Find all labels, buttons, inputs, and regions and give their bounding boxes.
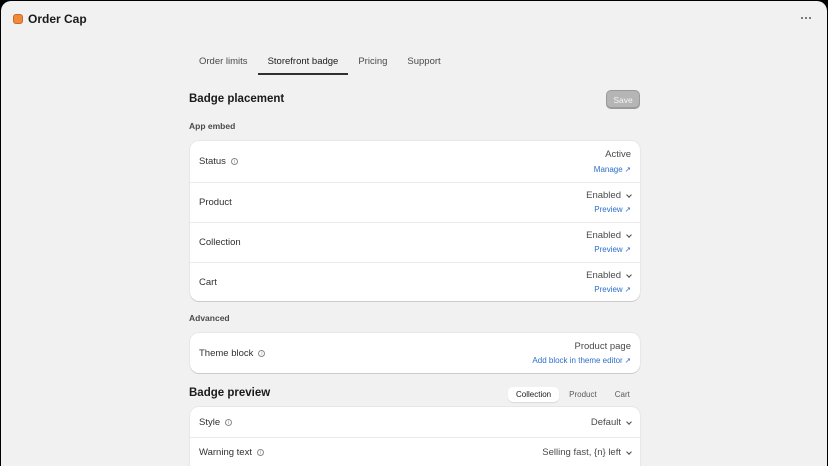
app-window: Order Cap Order limits Storefront badge …	[1, 1, 827, 466]
product-preview-link[interactable]: Preview ↗	[594, 205, 631, 214]
app-embed-card: Status i Active Manage ↗ Product Enabled…	[190, 141, 640, 301]
preview-segmented-control: Collection Product Cart	[508, 387, 638, 402]
warning-text-row: Warning text i Selling fast, {n} left	[190, 437, 640, 466]
app-header: Order Cap	[1, 1, 827, 37]
advanced-card: Theme block i Product page Add block in …	[190, 333, 640, 373]
external-link-icon: ↗	[624, 165, 631, 174]
style-select[interactable]: Default	[591, 417, 632, 428]
info-icon[interactable]: i	[258, 350, 266, 357]
badge-placement-title: Badge placement	[189, 93, 285, 105]
badge-preview-card: Style i Default Warning text i Selling f…	[190, 407, 640, 466]
segment-product[interactable]: Product	[561, 387, 605, 402]
advanced-heading: Advanced	[189, 313, 230, 323]
tab-storefront-badge[interactable]: Storefront badge	[257, 51, 349, 75]
theme-block-value: Product page	[574, 341, 631, 352]
external-link-icon: ↗	[624, 245, 631, 254]
theme-block-label: Theme block	[199, 348, 254, 359]
save-button[interactable]: Save	[606, 90, 640, 109]
tab-order-limits[interactable]: Order limits	[189, 51, 258, 75]
collection-preview-link[interactable]: Preview ↗	[594, 245, 631, 254]
manage-link[interactable]: Manage ↗	[594, 165, 631, 174]
tab-bar: Order limits Storefront badge Pricing Su…	[189, 51, 451, 75]
segment-cart[interactable]: Cart	[607, 387, 638, 402]
cart-select[interactable]: Enabled	[586, 270, 632, 281]
external-link-icon: ↗	[624, 205, 631, 214]
badge-preview-title: Badge preview	[189, 387, 271, 399]
collection-row: Collection Enabled Preview ↗	[190, 222, 640, 262]
app-logo-icon	[13, 14, 23, 24]
cart-label: Cart	[199, 277, 217, 288]
chevron-down-icon	[626, 231, 632, 238]
status-value: Active	[605, 149, 631, 160]
tab-pricing[interactable]: Pricing	[348, 51, 397, 75]
style-label: Style	[199, 417, 221, 428]
info-icon[interactable]: i	[230, 158, 238, 165]
info-icon[interactable]: i	[225, 419, 233, 426]
add-block-link[interactable]: Add block in theme editor ↗	[532, 356, 631, 365]
external-link-icon: ↗	[624, 356, 631, 365]
segment-collection[interactable]: Collection	[508, 387, 560, 402]
app-embed-heading: App embed	[189, 121, 236, 131]
cart-preview-link[interactable]: Preview ↗	[594, 285, 631, 294]
collection-select[interactable]: Enabled	[586, 230, 632, 241]
status-label: Status	[199, 156, 226, 167]
chevron-down-icon	[626, 271, 632, 278]
app-title: Order Cap	[28, 12, 87, 26]
tab-support[interactable]: Support	[397, 51, 450, 75]
warning-text-select[interactable]: Selling fast, {n} left	[542, 447, 632, 458]
external-link-icon: ↗	[624, 285, 631, 294]
chevron-down-icon	[626, 448, 632, 455]
chevron-down-icon	[626, 418, 632, 425]
theme-block-row: Theme block i Product page Add block in …	[190, 333, 640, 373]
status-row: Status i Active Manage ↗	[190, 141, 640, 182]
product-label: Product	[199, 197, 232, 208]
collection-label: Collection	[199, 237, 241, 248]
cart-row: Cart Enabled Preview ↗	[190, 262, 640, 301]
product-select[interactable]: Enabled	[586, 190, 632, 201]
product-row: Product Enabled Preview ↗	[190, 182, 640, 222]
warning-text-label: Warning text	[199, 447, 252, 458]
info-icon[interactable]: i	[256, 449, 264, 456]
style-row: Style i Default	[190, 407, 640, 437]
more-actions-icon[interactable]	[799, 11, 813, 25]
chevron-down-icon	[626, 191, 632, 198]
